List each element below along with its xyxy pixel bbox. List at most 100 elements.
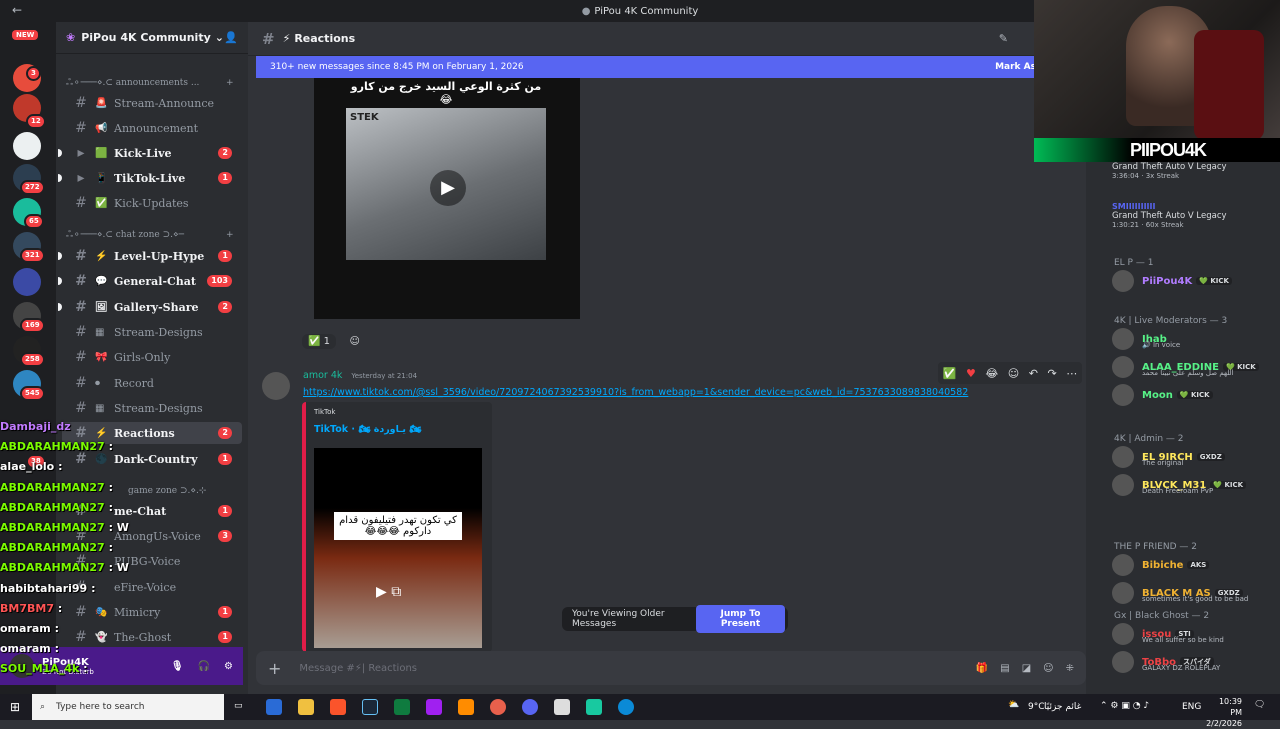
- mic-icon[interactable]: 🎙: [171, 661, 184, 672]
- member-row[interactable]: ALAA_EDDINE 💚 KICK اللهم صل وسلم على نبينا…: [1112, 354, 1274, 380]
- channel-stream-designs-2[interactable]: # ▦ Stream-Designs: [62, 397, 242, 419]
- tray-icons[interactable]: ⌃ ⚙ ▣ ◔ ♪: [1100, 701, 1149, 711]
- task-view-icon[interactable]: ▭: [234, 701, 243, 711]
- channel-level-up-hype[interactable]: # ⚡ Level-Up-Hype 1: [58, 245, 242, 267]
- embed-video[interactable]: كي تكون تهدر فتيليفون قدام داركوم 😂😂😂 ▶ …: [314, 448, 482, 648]
- clock[interactable]: 10:39 PM 2/2/2026: [1206, 696, 1242, 729]
- channel-girls-only[interactable]: # 🎀 Girls-Only: [62, 346, 242, 368]
- add-reaction-icon[interactable]: ☺: [344, 334, 366, 349]
- forward-icon[interactable]: ↷: [1047, 367, 1056, 380]
- app-icon[interactable]: [586, 699, 602, 715]
- embed-title[interactable]: TikTok · 🏍 يـاوردة 🏍: [314, 424, 421, 435]
- add-reaction-icon[interactable]: ☺: [1008, 367, 1019, 380]
- discord-icon[interactable]: [522, 699, 538, 715]
- avatar[interactable]: [1112, 554, 1134, 576]
- edge-icon[interactable]: [618, 699, 634, 715]
- avatar[interactable]: [1112, 651, 1134, 673]
- notification-icon[interactable]: 🗨: [1254, 700, 1265, 710]
- new-badge[interactable]: NEW: [12, 30, 39, 40]
- avatar[interactable]: [1112, 270, 1134, 292]
- play-icon[interactable]: ▶ ⧉: [376, 584, 401, 600]
- channel-mimicry[interactable]: # 🎭 Mimicry 1: [62, 601, 242, 623]
- app-icon[interactable]: [394, 699, 410, 715]
- category-chat-zone[interactable]: ஃ⚬───⋄.⊂ chat zone ⊃.⋄─ +: [66, 230, 234, 241]
- settings-gear-icon[interactable]: ⚙: [224, 661, 233, 672]
- avatar[interactable]: [1112, 328, 1134, 350]
- steam-icon[interactable]: [362, 699, 378, 715]
- weather-temp[interactable]: 9°C: [1028, 702, 1045, 712]
- gif-icon[interactable]: ▤: [1000, 663, 1009, 674]
- app-icon[interactable]: [554, 699, 570, 715]
- tiktok-embed[interactable]: TikTok TikTok · 🏍 يـاوردة 🏍 كي تكون تهدر…: [302, 402, 492, 652]
- avatar[interactable]: [1112, 474, 1134, 496]
- category-announcements[interactable]: ஃ⚬───⋄.⊂ announcements ... +: [66, 78, 234, 89]
- laugh-reaction-icon[interactable]: 😂: [985, 367, 998, 380]
- message-author[interactable]: amor 4k: [303, 370, 342, 381]
- category-game-zone[interactable]: game zone ⊃.⋄.⊹: [128, 486, 206, 496]
- plus-icon[interactable]: +: [226, 78, 234, 88]
- message-composer[interactable]: + Message #⚡| Reactions 🎁 ▤ ◪ ☺ ⁜: [256, 651, 1086, 685]
- channel-stream-designs[interactable]: # ▦ Stream-Designs: [62, 321, 242, 343]
- channel-gallery-share[interactable]: # 🖼 Gallery-Share 2: [58, 296, 242, 318]
- gift-icon[interactable]: 🎁: [976, 663, 988, 674]
- avatar[interactable]: [1112, 446, 1134, 468]
- activity-card[interactable]: SMIIIIIIIIII Grand Theft Auto V Legacy 1…: [1112, 202, 1272, 229]
- language-indicator[interactable]: ENG: [1182, 702, 1201, 712]
- reaction-check[interactable]: ✅ 1: [302, 334, 337, 349]
- brave-icon[interactable]: [330, 699, 346, 715]
- member-row[interactable]: Ihab 🔊 In voice: [1112, 326, 1274, 352]
- heart-reaction-icon[interactable]: ♥: [966, 367, 976, 380]
- threads-icon[interactable]: ✎: [999, 32, 1008, 45]
- weather-icon[interactable]: ⛅: [1008, 700, 1019, 710]
- member-row[interactable]: ToBbo スパイダ GALAXY DZ ROLEPLAY: [1112, 649, 1274, 675]
- avatar[interactable]: [1112, 384, 1134, 406]
- channel-kick-updates[interactable]: # ✅ Kick-Updates: [62, 192, 242, 214]
- new-messages-bar[interactable]: 310+ new messages since 8:45 PM on Febru…: [256, 56, 1086, 78]
- more-icon[interactable]: ⋯: [1066, 367, 1077, 380]
- folder-icon[interactable]: [298, 699, 314, 715]
- sticker-icon[interactable]: ◪: [1022, 663, 1031, 674]
- app-icon[interactable]: [490, 699, 506, 715]
- guild-header[interactable]: ❀ PiPou 4K Community ⌄ 👤: [56, 22, 248, 54]
- member-row[interactable]: BLACK M AS GXDZ sometimes it's good to be …: [1112, 580, 1274, 606]
- app-icon[interactable]: [426, 699, 442, 715]
- apps-icon[interactable]: ⁜: [1066, 663, 1074, 674]
- jump-to-present-button[interactable]: Jump To Present: [695, 605, 785, 633]
- plus-icon[interactable]: +: [268, 659, 281, 678]
- reply-icon[interactable]: ↶: [1029, 367, 1038, 380]
- channel-record[interactable]: # ⏺ Record: [62, 372, 242, 394]
- avatar[interactable]: [1112, 356, 1134, 378]
- folder-icon[interactable]: [13, 268, 41, 296]
- headphones-icon[interactable]: 🎧: [198, 661, 210, 672]
- video-embed[interactable]: من كثرة الوعي السيد خرج من كارو 😂 STEK ▶: [314, 78, 580, 319]
- server-icon[interactable]: [13, 132, 41, 160]
- message-input[interactable]: Message #⚡| Reactions: [299, 663, 417, 674]
- channel-tiktok-live[interactable]: ▸ 📱 TikTok-Live 1: [58, 167, 242, 189]
- app-icon[interactable]: [458, 699, 474, 715]
- play-icon[interactable]: ▶: [430, 170, 466, 206]
- taskbar-search[interactable]: ⌕ Type here to search: [32, 694, 224, 720]
- avatar[interactable]: [1112, 623, 1134, 645]
- member-row[interactable]: PiiPou4K 💚 KICK: [1112, 268, 1274, 294]
- add-member-icon[interactable]: 👤: [224, 31, 238, 44]
- channel-stream-announce[interactable]: # 🚨 Stream-Announce: [62, 92, 242, 114]
- check-reaction-icon[interactable]: ✅: [943, 367, 957, 380]
- emoji-icon[interactable]: ☺: [1043, 663, 1053, 674]
- activity-card[interactable]: Grand Theft Auto V Legacy 3:36:04 · 3x S…: [1112, 162, 1272, 180]
- member-row[interactable]: Bibiche AKS: [1112, 552, 1274, 578]
- app-icon[interactable]: [266, 699, 282, 715]
- message-link[interactable]: https://www.tiktok.com/@ssl_3596/video/7…: [303, 387, 1073, 398]
- mark-as-read-button[interactable]: Mark As: [995, 62, 1036, 72]
- windows-start-icon[interactable]: ⊞: [10, 700, 20, 714]
- member-row[interactable]: Moon 💚 KICK: [1112, 382, 1274, 408]
- avatar[interactable]: [262, 372, 290, 400]
- channel-announcement[interactable]: # 📢 Announcement: [62, 117, 242, 139]
- member-row[interactable]: issou STI We all suffer so be kind: [1112, 621, 1274, 647]
- plus-icon[interactable]: +: [226, 230, 234, 240]
- member-row[interactable]: EL 9IRCH GXDZ The original: [1112, 444, 1274, 470]
- back-arrow-icon[interactable]: ←: [12, 3, 22, 17]
- channel-kick-live[interactable]: ▸ 🟩 Kick-Live 2: [58, 142, 242, 164]
- channel-general-chat[interactable]: # 💬 General-Chat 103: [58, 270, 242, 292]
- channel-the-ghost[interactable]: # 👻 The-Ghost 1: [62, 626, 242, 648]
- member-row[interactable]: BLVCK_M31 💚 KICK Death Freeroam PvP: [1112, 472, 1274, 498]
